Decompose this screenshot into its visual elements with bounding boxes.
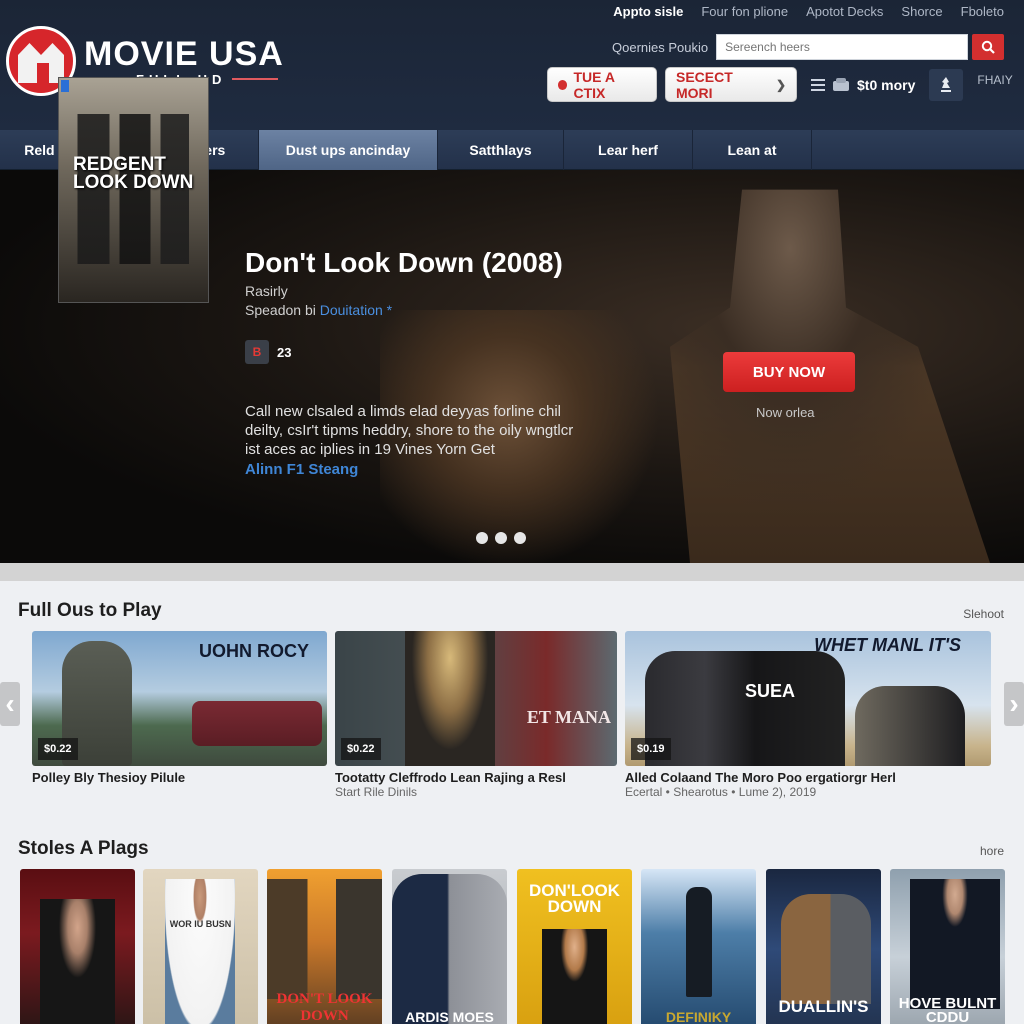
- hero-poster[interactable]: REDGENT LOOK DOWN: [58, 77, 209, 303]
- top-link-1[interactable]: Appto sisle: [613, 4, 683, 19]
- chevron-left-icon: ‹: [5, 688, 15, 719]
- buy-now-button[interactable]: BUY NOW: [723, 352, 855, 392]
- search-icon: [981, 40, 995, 54]
- top-links: Appto sisle Four fon plione Apotot Decks…: [613, 4, 1004, 19]
- nav-item-5[interactable]: Lear herf: [564, 130, 693, 170]
- search-button[interactable]: [972, 34, 1005, 60]
- buy-subtext: Now orlea: [756, 405, 815, 420]
- poster-card-3[interactable]: DON'T LOOK DOWN: [267, 869, 382, 1024]
- top-link-2[interactable]: Four fon plione: [701, 4, 788, 19]
- nav-item-6[interactable]: Lean at: [693, 130, 812, 170]
- chevron-down-icon: ❯: [775, 77, 786, 92]
- search-label: Qoernies Poukio: [612, 39, 709, 55]
- hero-credits-link[interactable]: Douitation *: [320, 302, 392, 318]
- user-icon: [941, 76, 952, 92]
- logo-title: MOVIE USA: [84, 34, 284, 73]
- price-tag: $0.19: [631, 738, 671, 760]
- card-overlay-text-2: SUEA: [745, 681, 796, 701]
- poster-card-1[interactable]: [20, 869, 135, 1024]
- select-more-dropdown[interactable]: SECECT MORI ❯: [665, 67, 797, 102]
- carousel-dot-3[interactable]: [514, 532, 526, 544]
- top-link-3[interactable]: Apotot Decks: [806, 4, 883, 19]
- featured-card-title[interactable]: Alled Colaand The Moro Poo ergatiorgr He…: [625, 770, 896, 785]
- cart[interactable]: $t0 mory: [811, 77, 915, 93]
- ticket-icon: [558, 79, 568, 90]
- featured-card-subtitle: Start Rile Dinils: [335, 785, 418, 799]
- poster-card-2[interactable]: WOR IU BUSN: [143, 869, 258, 1024]
- nav-item-3[interactable]: Dust ups ancinday: [259, 130, 438, 170]
- poster-card-6[interactable]: DEFINIKY: [641, 869, 756, 1024]
- carousel-prev-button[interactable]: ‹: [0, 682, 20, 726]
- section-divider: [0, 563, 1024, 581]
- top-link-5[interactable]: Fboleto: [961, 4, 1004, 19]
- cart-amount: $t0 mory: [857, 76, 916, 93]
- section-title-featured: Full Ous to Play: [18, 600, 162, 621]
- featured-card-1[interactable]: UOHN ROCY $0.22: [32, 631, 327, 766]
- poster-card-5[interactable]: DON'LOOK DOWN: [517, 869, 632, 1024]
- featured-card-subtitle: Ecertal • Shearotus • Lume 2), 2019: [625, 785, 817, 799]
- nav-item-4[interactable]: Satthlays: [438, 130, 564, 170]
- card-overlay-text: ET MANA: [526, 707, 611, 727]
- card-overlay-text: WHET MANL IT'S: [814, 635, 961, 655]
- poster-title: REDGENT LOOK DOWN: [73, 154, 194, 193]
- carousel-dot-2[interactable]: [495, 532, 507, 544]
- section-more-link[interactable]: hore: [980, 844, 1004, 858]
- poster-badge: [61, 80, 69, 92]
- hero-description: Call new clsaled a limds elad deyyas for…: [245, 403, 574, 458]
- hero-title: Don't Look Down (2008): [245, 247, 563, 278]
- carousel-dot-1[interactable]: [476, 532, 488, 544]
- card-overlay-text: UOHN ROCY: [198, 641, 309, 661]
- hero-stream-link[interactable]: Alinn F1 Steang: [245, 461, 358, 478]
- section-title-posters: Stoles A Plags: [18, 838, 149, 859]
- hero-credits: Speadon bi Douitation *: [245, 302, 393, 318]
- search-bar: Qoernies Poukio: [612, 34, 1005, 60]
- rating-value: 23: [277, 344, 292, 360]
- poster-card-8[interactable]: HOVE BULNT CDDU: [890, 869, 1005, 1024]
- ticket-button[interactable]: TUE A CTIX: [547, 67, 657, 102]
- user-label[interactable]: FHAIY: [977, 73, 1012, 87]
- price-tag: $0.22: [38, 738, 78, 760]
- wallet-icon: [833, 78, 849, 91]
- chevron-right-icon: ›: [1009, 688, 1019, 719]
- section-more-link[interactable]: Slehoot: [963, 607, 1004, 621]
- poster-card-4[interactable]: ARDIS MOES: [392, 869, 507, 1024]
- featured-card-2[interactable]: ET MANA $0.22: [335, 631, 617, 766]
- poster-card-7[interactable]: DUALLIN'S: [766, 869, 881, 1024]
- search-input[interactable]: [716, 34, 969, 60]
- hero-meta: Rasirly: [245, 283, 288, 299]
- header-actions: TUE A CTIX SECECT MORI ❯ $t0 mory FHAIY: [547, 67, 1013, 102]
- rating: B 23: [245, 340, 291, 364]
- price-tag: $0.22: [341, 738, 381, 760]
- featured-card-title[interactable]: Tootatty Cleffrodo Lean Rajing a Resl: [335, 770, 566, 785]
- featured-card-title[interactable]: Polley Bly Thesioy Pilule: [32, 770, 185, 785]
- menu-icon[interactable]: [811, 78, 825, 91]
- featured-card-3[interactable]: SUEA WHET MANL IT'S $0.19: [625, 631, 991, 766]
- top-link-4[interactable]: Shorce: [901, 4, 942, 19]
- carousel-dots: [476, 532, 526, 544]
- rating-badge: B: [245, 340, 269, 364]
- carousel-next-button[interactable]: ›: [1004, 682, 1024, 726]
- user-avatar[interactable]: [929, 68, 964, 101]
